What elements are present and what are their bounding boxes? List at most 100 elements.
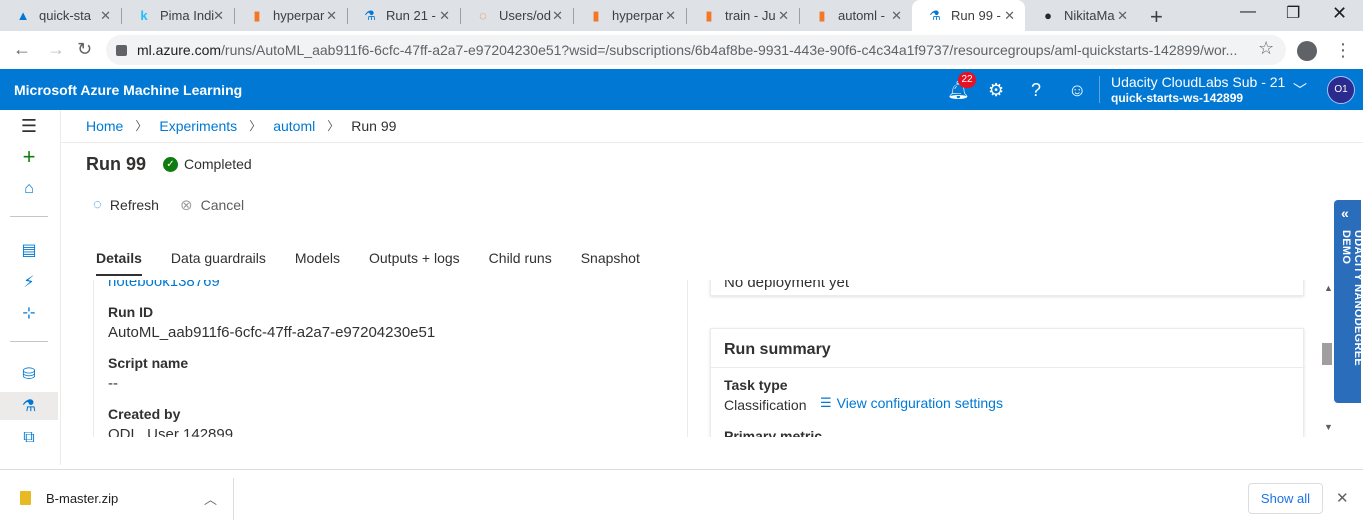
create-new-icon[interactable]: + <box>0 143 58 171</box>
browser-tab[interactable]: k Pima Indi ✕ <box>121 0 234 31</box>
chevron-right-icon: 〉 <box>135 119 148 133</box>
forward-icon[interactable]: → <box>47 39 65 60</box>
browser-tab[interactable]: ▲ quick-sta ✕ <box>0 0 121 31</box>
run-summary-card: Run summary Task type Classification ☰ V… <box>710 328 1305 437</box>
double-chevron-left-icon: « <box>1341 205 1349 221</box>
run-summary-pane: No deployment yet Run summary Task type … <box>700 280 1320 437</box>
browser-tab[interactable]: ▮ automl - ✕ <box>799 0 912 31</box>
script-name-label: Script name <box>108 355 189 371</box>
scroll-up-icon[interactable]: ▲ <box>1324 283 1333 293</box>
chevron-right-icon: 〉 <box>249 119 262 133</box>
restore-icon[interactable]: ❐ <box>1286 3 1300 23</box>
browser-tab[interactable]: ● NikitaMa ✕ <box>1025 0 1138 31</box>
avatar[interactable]: O1 <box>1327 76 1355 104</box>
bookmark-star-icon[interactable]: ☆ <box>1258 38 1274 59</box>
browser-tab[interactable]: ⚗ Run 21 - ✕ <box>347 0 460 31</box>
browser-menu-icon[interactable]: ⋮ <box>1334 40 1352 61</box>
deployment-card: No deployment yet <box>710 280 1304 296</box>
close-icon[interactable]: ✕ <box>1117 8 1128 24</box>
close-icon[interactable]: ✕ <box>1004 8 1015 24</box>
hamburger-menu-icon[interactable]: ☰ <box>0 112 58 140</box>
account-name: Udacity CloudLabs Sub - 21 <box>1111 74 1286 90</box>
window-close-icon[interactable]: ✕ <box>1332 3 1347 24</box>
download-filename[interactable]: B-master.zip <box>46 491 118 506</box>
tab-data-guardrails[interactable]: Data guardrails <box>171 250 266 276</box>
browser-tab[interactable]: ▮ hyperpar ✕ <box>573 0 686 31</box>
address-bar: ← → ↻ ml.azure.com/runs/AutoML_aab911f6-… <box>0 31 1363 69</box>
minimize-icon[interactable]: — <box>1240 3 1256 21</box>
cancel-circle-icon: ⊗ <box>180 197 193 214</box>
run-id-label: Run ID <box>108 304 154 320</box>
status-text: Completed <box>184 156 252 172</box>
back-icon[interactable]: ← <box>13 39 31 60</box>
cancel-button[interactable]: ⊗ Cancel <box>180 196 244 214</box>
automl-icon[interactable]: ⚡ <box>0 268 58 296</box>
settings-gear-icon[interactable]: ⚙ <box>988 80 1004 101</box>
run-tabs: Details Data guardrails Models Outputs +… <box>96 250 669 276</box>
datasets-icon[interactable]: ⛁ <box>0 360 58 388</box>
tab-details[interactable]: Details <box>96 250 142 276</box>
list-settings-icon: ☰ <box>820 395 832 410</box>
home-icon[interactable]: ⌂ <box>0 175 58 203</box>
close-icon[interactable]: ✕ <box>213 8 224 24</box>
breadcrumb-experiments[interactable]: Experiments <box>159 118 237 134</box>
browser-tab-strip: ▲ quick-sta ✕ k Pima Indi ✕ ▮ hyperpar ✕… <box>0 0 1363 31</box>
workspace-name: quick-starts-ws-142899 <box>1111 91 1244 105</box>
close-icon[interactable]: ✕ <box>552 8 563 24</box>
designer-icon[interactable]: ⊹ <box>0 299 58 327</box>
breadcrumb-home[interactable]: Home <box>86 118 123 134</box>
zip-file-icon <box>20 491 31 505</box>
refresh-button[interactable]: ◌ Refresh <box>93 196 159 213</box>
feedback-smiley-icon[interactable]: ☺ <box>1068 80 1086 101</box>
brand-title[interactable]: Microsoft Azure Machine Learning <box>14 82 242 98</box>
run-id-value: AutoML_aab911f6-6cfc-47ff-a2a7-e97204230… <box>108 324 436 341</box>
tab-child-runs[interactable]: Child runs <box>489 250 552 276</box>
close-icon[interactable]: ✕ <box>891 8 902 24</box>
notification-badge: 22 <box>958 72 976 88</box>
compute-target-link[interactable]: notebook138769 <box>108 280 435 290</box>
show-all-button[interactable]: Show all <box>1248 483 1323 514</box>
kaggle-icon: k <box>140 8 148 23</box>
task-type-label: Task type <box>724 377 788 393</box>
notebook-icon: ▮ <box>253 7 261 23</box>
reload-icon[interactable]: ↻ <box>77 39 92 60</box>
run-summary-title: Run summary <box>724 341 831 358</box>
breadcrumb-current: Run 99 <box>351 117 397 134</box>
close-icon[interactable]: ✕ <box>665 8 676 24</box>
experiments-flask-icon[interactable]: ⚗ <box>0 392 58 420</box>
close-icon[interactable]: ✕ <box>778 8 789 24</box>
chevron-up-icon[interactable]: ︿ <box>204 489 217 508</box>
new-tab-icon[interactable]: + <box>1150 4 1163 30</box>
browser-tab[interactable]: ▮ hyperpar ✕ <box>234 0 347 31</box>
notebook-icon: ▮ <box>818 7 826 23</box>
tab-models[interactable]: Models <box>295 250 340 276</box>
tab-outputs-logs[interactable]: Outputs + logs <box>369 250 460 276</box>
view-configuration-link[interactable]: ☰ View configuration settings <box>820 395 1003 411</box>
udacity-demo-panel-toggle[interactable]: « UDACITY NANODEGREE DEMO <box>1334 200 1363 403</box>
azure-ml-icon: ▲ <box>16 8 30 23</box>
profile-icon[interactable] <box>1297 41 1317 61</box>
status-badge: ✓ Completed <box>163 156 252 172</box>
close-icon[interactable]: ✕ <box>326 8 337 24</box>
close-icon[interactable]: ✕ <box>439 8 450 24</box>
browser-tab-active[interactable]: ⚗ Run 99 - ✕ <box>912 0 1025 31</box>
notebooks-icon[interactable]: ▤ <box>0 236 58 264</box>
notebook-icon: ▮ <box>592 7 600 23</box>
breadcrumb-automl[interactable]: automl <box>273 118 315 134</box>
close-icon[interactable]: ✕ <box>1336 489 1349 507</box>
help-icon[interactable]: ? <box>1031 80 1041 101</box>
scroll-down-icon[interactable]: ▼ <box>1324 422 1333 432</box>
url-input[interactable]: ml.azure.com/runs/AutoML_aab911f6-6cfc-4… <box>106 35 1286 65</box>
browser-tab[interactable]: ▮ train - Ju ✕ <box>686 0 799 31</box>
tab-snapshot[interactable]: Snapshot <box>581 250 640 276</box>
chevron-down-icon[interactable]: ﹀ <box>1293 80 1307 100</box>
account-switcher[interactable]: Udacity CloudLabs Sub - 21 quick-starts-… <box>1111 74 1285 105</box>
task-type-value: Classification <box>724 397 807 413</box>
close-icon[interactable]: ✕ <box>100 8 111 24</box>
left-nav-rail: ☰ + ⌂ ▤ ⚡ ⊹ ⛁ ⚗ ⧉ <box>0 110 61 465</box>
chevron-right-icon: 〉 <box>327 119 340 133</box>
scrollbar-thumb[interactable] <box>1322 343 1332 365</box>
pipelines-icon[interactable]: ⧉ <box>0 424 58 452</box>
browser-tab[interactable]: ◌ Users/od ✕ <box>460 0 573 31</box>
notebook-icon: ▮ <box>705 7 713 23</box>
